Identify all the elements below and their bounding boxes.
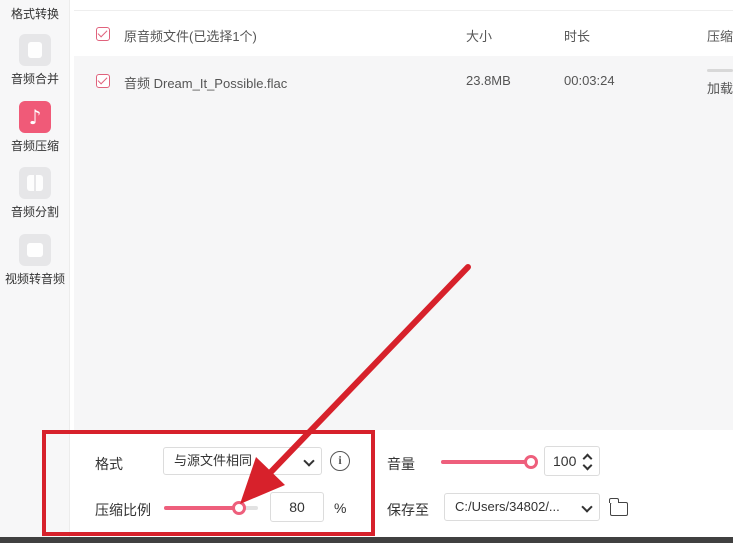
sidebar-item-format-convert[interactable]: 格式转换 <box>0 7 70 21</box>
volume-slider-fill <box>441 460 531 464</box>
volume-slider[interactable] <box>441 455 538 469</box>
format-select[interactable]: 与源文件相同 <box>163 447 322 475</box>
ratio-slider-thumb[interactable] <box>232 501 247 515</box>
settings-panel: 格式 与源文件相同 i 压缩比例 80 % 音量 100 保存至 C:/User… <box>74 430 733 536</box>
table-header: 原音频文件(已选择1个) 大小 时长 压缩 <box>74 10 733 56</box>
row-progress-bar <box>707 69 733 72</box>
sidebar-item-label: 音频压缩 <box>10 139 59 153</box>
ratio-label: 压缩比例 <box>95 502 151 518</box>
format-label: 格式 <box>95 456 123 472</box>
ratio-unit: % <box>334 500 347 516</box>
volume-stepper[interactable]: 100 <box>544 446 600 476</box>
folder-icon[interactable] <box>609 498 628 516</box>
file-name: 音频 Dream_It_Possible.flac <box>124 76 288 91</box>
file-list: 音频 Dream_It_Possible.flac 23.8MB 00:03:2… <box>74 56 733 430</box>
window-bottom-edge <box>0 537 733 543</box>
column-size-header: 大小 <box>466 29 493 44</box>
file-table: 原音频文件(已选择1个) 大小 时长 压缩 音频 Dream_It_Possib… <box>74 0 733 430</box>
column-name-header: 原音频文件(已选择1个) <box>124 29 257 44</box>
sidebar-item-label: 视频转音频 <box>4 272 65 286</box>
sidebar-item-label: 格式转换 <box>10 7 59 21</box>
chevron-down-icon <box>581 501 593 513</box>
sidebar-item-label: 音频合并 <box>10 72 59 86</box>
merge-icon <box>19 34 51 66</box>
column-duration-header: 时长 <box>564 29 591 44</box>
file-status: 加载 <box>707 81 733 96</box>
ratio-input-value: 80 <box>289 499 305 515</box>
save-to-label: 保存至 <box>387 502 429 518</box>
save-path-value: C:/Users/34802/... <box>455 499 560 514</box>
row-checkbox[interactable] <box>96 74 110 88</box>
select-all-checkbox[interactable] <box>96 27 110 41</box>
stepper-down-icon[interactable] <box>582 460 593 471</box>
sidebar-item-video-to-audio[interactable]: 视频转音频 <box>0 234 70 286</box>
music-note-icon: ♪ <box>19 101 51 133</box>
sidebar-item-label: 音频分割 <box>10 205 59 219</box>
sidebar-item-audio-compress[interactable]: ♪ 音频压缩 <box>0 101 70 153</box>
chevron-down-icon <box>303 455 315 467</box>
volume-value: 100 <box>553 453 577 469</box>
save-path-select[interactable]: C:/Users/34802/... <box>444 493 600 521</box>
format-select-value: 与源文件相同 <box>174 453 253 468</box>
info-icon[interactable]: i <box>330 451 350 471</box>
column-compress-header: 压缩 <box>707 29 733 44</box>
volume-label: 音量 <box>387 456 415 472</box>
app-window: 格式转换 音频合并 ♪ 音频压缩 音频分割 视频转音频 原音频文件(已选择1个)… <box>0 0 733 543</box>
file-size: 23.8MB <box>466 73 511 88</box>
ratio-input[interactable]: 80 <box>270 492 324 522</box>
sidebar-item-audio-split[interactable]: 音频分割 <box>0 167 70 219</box>
ratio-slider[interactable] <box>164 501 258 515</box>
sidebar-item-audio-merge[interactable]: 音频合并 <box>0 34 70 86</box>
ratio-slider-fill <box>164 506 240 510</box>
file-duration: 00:03:24 <box>564 73 615 88</box>
volume-slider-thumb[interactable] <box>524 455 538 469</box>
sidebar: 格式转换 音频合并 ♪ 音频压缩 音频分割 视频转音频 <box>0 0 70 543</box>
video-icon <box>19 234 51 266</box>
split-icon <box>19 167 51 199</box>
